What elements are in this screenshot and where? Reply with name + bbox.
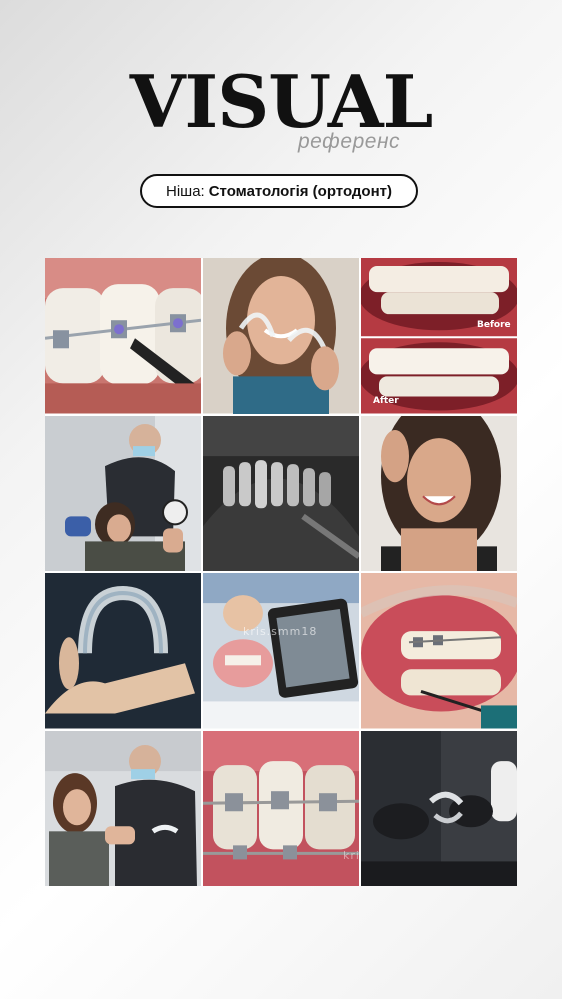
watermark-2: kris.smm18	[343, 848, 359, 862]
niche-badge: Ніша: Стоматологія (ортодонт)	[140, 174, 418, 208]
niche-label: Ніша:	[166, 182, 205, 200]
page-subtitle: референс	[298, 130, 400, 153]
photo-smiling-woman	[361, 415, 517, 571]
photo-xray	[203, 415, 359, 571]
before-label: Before	[477, 320, 511, 330]
watermark: kris.smm18	[243, 625, 318, 638]
photo-woman-aligners	[203, 258, 359, 414]
photo-dentist-patient	[45, 415, 201, 571]
photo-clear-aligner	[45, 573, 201, 729]
photo-doctor-showing-aligner	[45, 730, 201, 886]
page-title: VISUAL	[129, 59, 434, 144]
after-label: After	[373, 396, 399, 406]
photo-braces-closeup	[45, 258, 201, 414]
niche-value: Стоматологія (ортодонт)	[208, 182, 392, 200]
photo-grid: Before After kris.smm18 kri	[45, 258, 517, 886]
photo-before-after: Before After	[361, 258, 517, 414]
photo-braces-retractor	[361, 573, 517, 729]
photo-dentist-hands-model	[361, 730, 517, 886]
photo-ceramic-braces: kris.smm18	[203, 730, 359, 886]
photo-dental-model-tablet: kris.smm18	[203, 573, 359, 729]
